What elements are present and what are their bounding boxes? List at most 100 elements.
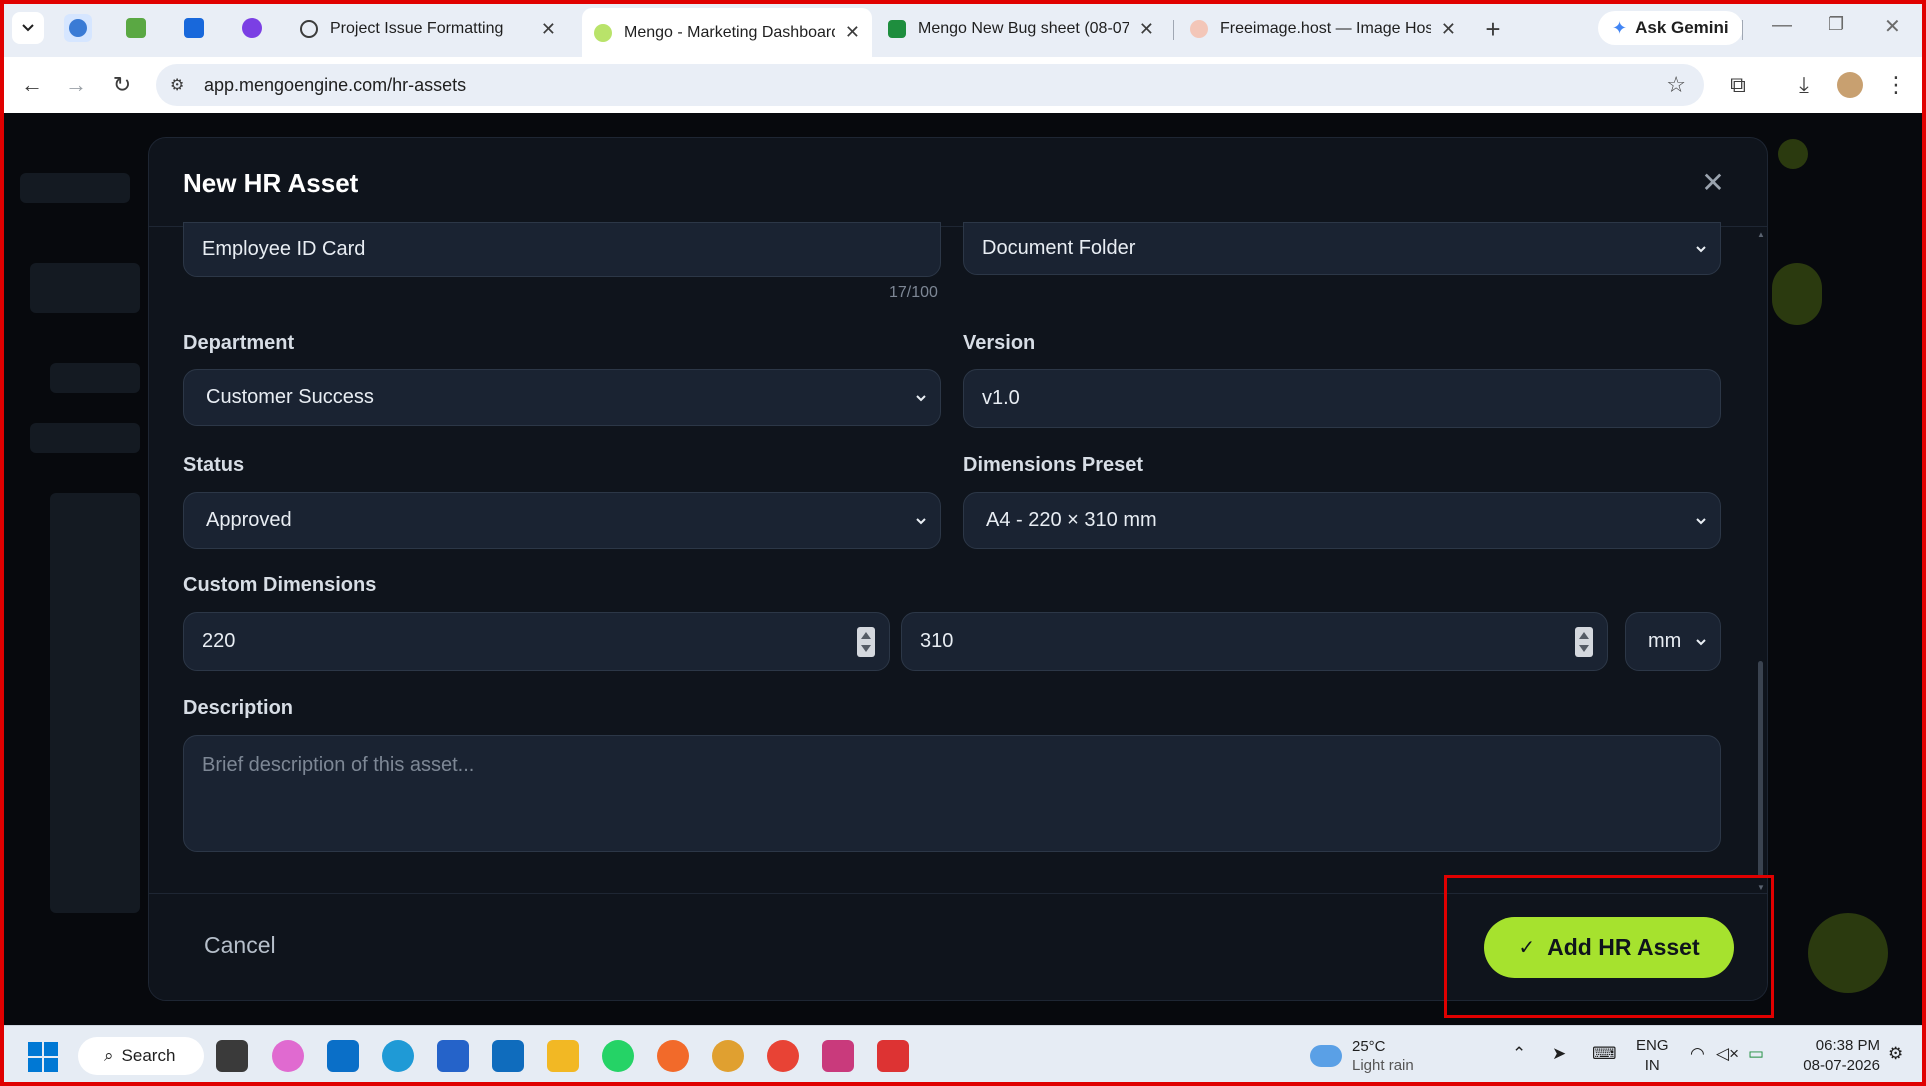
- app-logo-icon: [69, 19, 87, 37]
- outlook-icon[interactable]: [492, 1040, 524, 1072]
- scrollbar-thumb[interactable]: [1758, 661, 1763, 877]
- system-clock[interactable]: 06:38 PM 08-07-2026: [1790, 1036, 1880, 1076]
- chevron-up-icon[interactable]: ⌃: [1512, 1044, 1526, 1064]
- asset-type-select[interactable]: Document Folder: [963, 222, 1721, 275]
- sheets-icon: [888, 20, 906, 38]
- bg-fab: [1808, 913, 1888, 993]
- width-value: 220: [202, 630, 236, 652]
- snipping-tool-icon[interactable]: [822, 1040, 854, 1072]
- width-stepper[interactable]: [857, 626, 875, 657]
- gemini-sparkle-icon: ✦: [1612, 17, 1628, 38]
- profile-avatar[interactable]: [1837, 72, 1863, 98]
- bg-sidebar-block: [30, 263, 140, 313]
- tab-project-issue-formatting[interactable]: Project Issue Formatting ✕: [288, 10, 568, 48]
- close-icon[interactable]: ✕: [845, 22, 860, 43]
- language-indicator[interactable]: ENG IN: [1636, 1036, 1669, 1076]
- bg-sidebar-block: [50, 363, 140, 393]
- chrome-profile-icon[interactable]: [712, 1040, 744, 1072]
- notification-icon[interactable]: ⚙: [1888, 1044, 1903, 1064]
- close-icon[interactable]: ✕: [1139, 19, 1154, 40]
- openai-icon: [300, 20, 318, 38]
- asset-name-input[interactable]: Employee ID Card: [183, 222, 941, 277]
- status-select[interactable]: Approved: [183, 492, 941, 549]
- asset-name-char-counter: 17/100: [889, 284, 938, 301]
- bookmark-star-icon[interactable]: ☆: [1666, 72, 1686, 98]
- modal-scrollbar[interactable]: [1757, 229, 1765, 889]
- pinned-tab-2[interactable]: [122, 14, 150, 42]
- version-input[interactable]: v1.0: [963, 369, 1721, 428]
- description-textarea[interactable]: Brief description of this asset...: [183, 735, 1721, 852]
- reload-button[interactable]: ↻: [106, 69, 138, 101]
- modal-close-button[interactable]: ✕: [1697, 166, 1729, 198]
- stepper-down-icon[interactable]: [861, 644, 871, 652]
- height-stepper[interactable]: [1575, 626, 1593, 657]
- address-bar[interactable]: ⚙ app.mengoengine.com/hr-assets ☆: [156, 64, 1704, 106]
- windows-taskbar: ⌕ Search 25°C Light rain ⌃ ➤ ⌨ ENG IN ◠ …: [0, 1025, 1926, 1086]
- tab-mengo-bug-sheet[interactable]: Mengo New Bug sheet (08-07- ✕: [876, 10, 1166, 48]
- height-value: 310: [920, 630, 954, 652]
- dimensions-preset-label: Dimensions Preset: [963, 454, 1144, 476]
- pen-app-icon[interactable]: [657, 1040, 689, 1072]
- vscode-icon[interactable]: [327, 1040, 359, 1072]
- windows-start-icon[interactable]: [28, 1042, 58, 1072]
- department-value: Customer Success: [206, 386, 374, 408]
- back-button[interactable]: ←: [16, 69, 48, 101]
- stepper-up-icon[interactable]: [1579, 631, 1589, 639]
- tab-mengo-marketing-dashboard[interactable]: Mengo - Marketing Dashboard ✕: [582, 8, 872, 57]
- department-select[interactable]: Customer Success: [183, 369, 941, 426]
- speaker-muted-icon[interactable]: ◁×: [1716, 1044, 1739, 1064]
- freeimage-icon: [1190, 20, 1208, 38]
- browser-menu-button[interactable]: ⋮: [1880, 69, 1912, 101]
- pinned-tab-1[interactable]: [64, 14, 92, 42]
- new-tab-button[interactable]: +: [1478, 14, 1508, 44]
- tab-title: Mengo - Marketing Dashboard: [624, 23, 835, 41]
- more-vert-icon: ⋮: [1885, 72, 1907, 97]
- extensions-button[interactable]: ⧉: [1722, 69, 1754, 101]
- task-view-icon[interactable]: [216, 1040, 248, 1072]
- pinned-tab-4[interactable]: [238, 14, 266, 42]
- stepper-up-icon[interactable]: [861, 631, 871, 639]
- taskbar-search[interactable]: ⌕ Search: [78, 1037, 204, 1075]
- close-window-button[interactable]: ✕: [1884, 14, 1901, 39]
- close-icon[interactable]: ✕: [1441, 19, 1456, 40]
- chrome-icon[interactable]: [767, 1040, 799, 1072]
- weather-widget[interactable]: 25°C Light rain: [1310, 1037, 1414, 1075]
- reload-icon: ↻: [112, 72, 132, 97]
- chevron-down-icon: [1696, 638, 1706, 645]
- restore-button[interactable]: ❐: [1828, 14, 1844, 35]
- tab-freeimage-host[interactable]: Freeimage.host — Image Hosti ✕: [1178, 10, 1468, 48]
- ask-gemini-button[interactable]: ✦ Ask Gemini: [1598, 11, 1743, 45]
- browser-chrome: Project Issue Formatting ✕ Mengo - Marke…: [0, 0, 1926, 113]
- height-number-input[interactable]: 310: [901, 612, 1608, 671]
- dimensions-preset-select[interactable]: A4 - 220 × 310 mm: [963, 492, 1721, 549]
- close-icon[interactable]: ✕: [541, 19, 556, 40]
- whatsapp-icon[interactable]: [602, 1040, 634, 1072]
- downloads-button[interactable]: ⤓: [1788, 69, 1820, 101]
- modal-header: New HR Asset ✕: [149, 138, 1767, 227]
- store-icon[interactable]: [437, 1040, 469, 1072]
- pinned-tab-3[interactable]: [180, 14, 208, 42]
- bg-avatar: [1778, 139, 1808, 169]
- stepper-down-icon[interactable]: [1579, 644, 1589, 652]
- edge-icon[interactable]: [382, 1040, 414, 1072]
- bg-sidebar-block: [20, 173, 130, 203]
- keyboard-icon[interactable]: ⌨: [1592, 1044, 1617, 1064]
- unit-value: mm: [1648, 630, 1682, 652]
- battery-icon[interactable]: ▭: [1748, 1044, 1764, 1064]
- file-explorer-icon[interactable]: [547, 1040, 579, 1072]
- cancel-button[interactable]: Cancel: [204, 932, 276, 959]
- width-number-input[interactable]: 220: [183, 612, 890, 671]
- taskbar-search-label: Search: [121, 1046, 176, 1065]
- new-hr-asset-modal: New HR Asset ✕ Employee ID Card 17/100 D…: [148, 137, 1768, 1001]
- location-icon[interactable]: ➤: [1552, 1044, 1566, 1064]
- copilot-icon[interactable]: [272, 1040, 304, 1072]
- forward-button[interactable]: →: [60, 69, 92, 101]
- unit-select[interactable]: mm: [1625, 612, 1721, 671]
- minimize-button[interactable]: —: [1772, 14, 1792, 37]
- chevron-down-icon: [1696, 245, 1706, 252]
- wifi-icon[interactable]: ◠: [1690, 1044, 1705, 1064]
- tab-search-button[interactable]: [12, 12, 44, 44]
- lang-top: ENG: [1636, 1037, 1669, 1054]
- site-info-icon[interactable]: ⚙: [170, 75, 194, 95]
- paint-icon[interactable]: [877, 1040, 909, 1072]
